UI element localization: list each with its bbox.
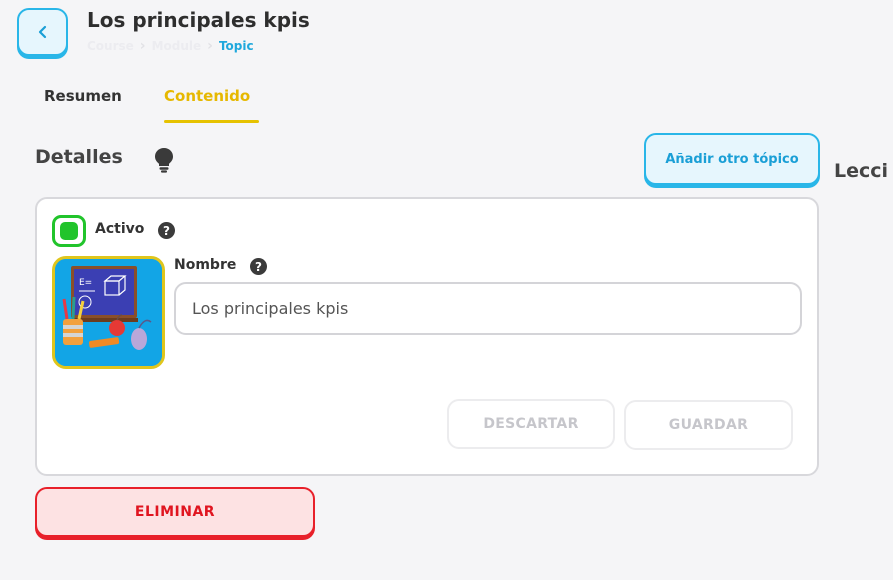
discard-button[interactable]: DESCARTAR: [447, 399, 615, 449]
add-topic-button[interactable]: Añadir otro tópico: [644, 133, 820, 185]
name-label: Nombre: [174, 257, 237, 273]
breadcrumb-separator-icon: ›: [207, 38, 213, 54]
svg-text:E=: E=: [79, 278, 92, 288]
delete-button[interactable]: ELIMINAR: [35, 487, 315, 537]
active-label: Activo: [95, 221, 145, 237]
topic-image[interactable]: E=: [52, 256, 165, 369]
page-title: Los principales kpis: [87, 8, 310, 32]
tab-resumen[interactable]: Resumen: [44, 87, 122, 105]
back-button[interactable]: [17, 8, 68, 56]
lessons-heading: Lecci: [834, 160, 889, 182]
toggle-indicator: [60, 222, 78, 240]
breadcrumb-separator-icon: ›: [139, 38, 146, 54]
lightbulb-icon[interactable]: [152, 147, 176, 177]
breadcrumb: Course › Module › Topic: [87, 38, 254, 54]
active-tab-indicator: [164, 120, 259, 123]
breadcrumb-course[interactable]: Course: [87, 39, 134, 53]
name-input[interactable]: [174, 282, 802, 335]
breadcrumb-current: Topic: [218, 39, 254, 53]
tab-contenido[interactable]: Contenido: [164, 87, 250, 105]
active-toggle[interactable]: [52, 215, 86, 247]
save-button[interactable]: GUARDAR: [624, 400, 793, 450]
help-icon[interactable]: ?: [250, 258, 267, 275]
section-title: Detalles: [35, 146, 123, 168]
help-icon[interactable]: ?: [158, 222, 175, 239]
breadcrumb-module[interactable]: Module: [152, 39, 202, 53]
chevron-left-icon: [38, 25, 46, 39]
